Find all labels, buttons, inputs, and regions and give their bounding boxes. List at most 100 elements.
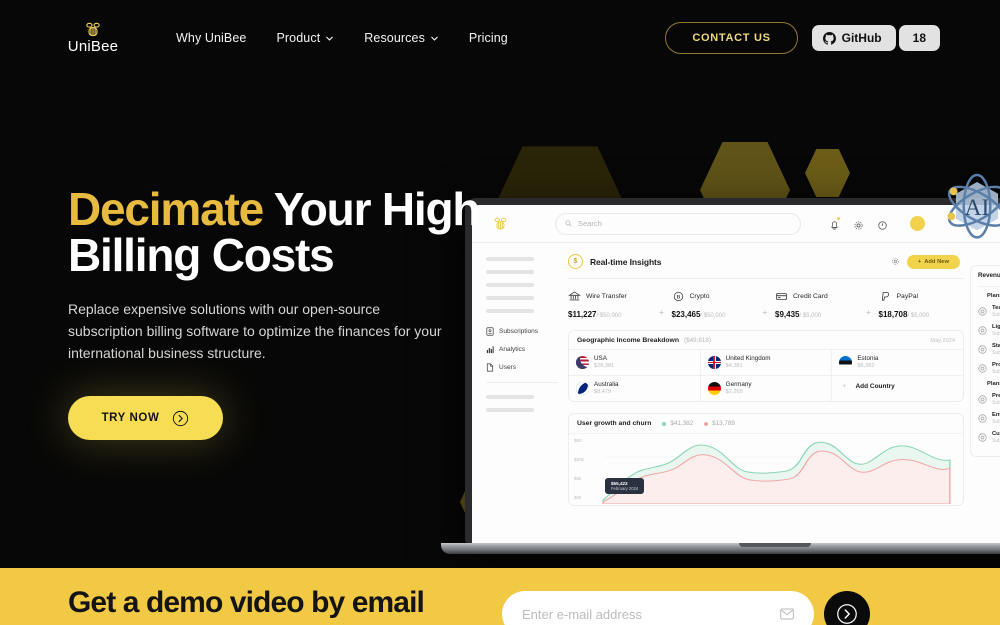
sidebar-placeholder (486, 257, 534, 261)
help-icon[interactable] (877, 218, 888, 230)
plan-meta: Subscriptions (992, 349, 1000, 356)
user-growth-header: User growth and churn $41,382 $13,789 (569, 414, 963, 433)
rail-group-monthly: Plans billed monthly (987, 293, 1000, 299)
country-row[interactable]: Germany $2,265 (700, 375, 832, 401)
dashboard-mockup: Search Subscriptions Analytics Users $ R… (441, 198, 1000, 554)
paypal-icon (881, 292, 889, 301)
bee-icon (494, 217, 507, 229)
gear-icon[interactable] (891, 257, 900, 266)
plan-row-pro[interactable]: Pro Subscriptions (978, 362, 1000, 375)
country-info: Australia $8,479 (594, 381, 619, 396)
plus-icon: + (917, 258, 922, 265)
plan-icon (978, 326, 987, 335)
dashboard-topbar-icons (829, 217, 888, 230)
atom-electron (949, 187, 958, 196)
plan-row-custom[interactable]: Custom Subscription (978, 431, 1000, 444)
payment-target: / $5,000 (799, 313, 822, 319)
sidebar-placeholder (486, 283, 534, 287)
email-placeholder: Enter e-mail address (522, 606, 642, 622)
sidebar-item-subscriptions[interactable]: Subscriptions (486, 327, 558, 336)
plan-row-enterprise[interactable]: Enterprise Subscriptions (978, 412, 1000, 425)
geographic-grid: USA $28,381 Australia $8,479 United King… (569, 349, 964, 402)
geographic-column: Estonia $6,382 + Add Country (832, 350, 964, 401)
dashboard-body: Subscriptions Analytics Users $ Real-tim… (472, 243, 1000, 543)
chevron-down-icon (431, 36, 438, 41)
payment-method-header: Credit Card (775, 291, 859, 302)
sidebar-placeholder (486, 296, 534, 300)
brand-logo[interactable]: UniBee (68, 22, 118, 54)
user-growth-card: User growth and churn $41,382 $13,789 $5… (568, 413, 964, 507)
payment-method-value: $18,708/ $5,000 (879, 310, 963, 319)
headline-accent: Decimate (68, 183, 264, 235)
payment-method-crypto: B Crypto $23,465/ $50,000 (672, 291, 756, 319)
brand-name: UniBee (67, 38, 119, 55)
github-label: GitHub (841, 31, 882, 45)
sidebar-item-analytics[interactable]: Analytics (486, 345, 558, 354)
add-new-button[interactable]: + Add New (906, 254, 960, 269)
nav-link-pricing[interactable]: Pricing (469, 31, 508, 45)
legend-dot (662, 421, 667, 426)
legend-label: $13,789 (712, 420, 735, 428)
payment-target: / $50,000 (700, 313, 726, 319)
plan-row-team[interactable]: Team Subscriptions (978, 305, 1000, 318)
country-value: $2,265 (725, 388, 743, 395)
plan-info: Light Subscriptions (992, 324, 1000, 337)
landing-page: UniBee Why UniBee Product Resources Pric… (0, 0, 1000, 625)
github-star-count[interactable]: 18 (898, 25, 940, 51)
country-row[interactable]: United Kingdom $4,381 (701, 350, 832, 375)
search-placeholder: Search (578, 219, 602, 228)
email-field[interactable]: Enter e-mail address (502, 591, 814, 625)
nav-link-why-unibee[interactable]: Why UniBee (176, 31, 246, 45)
plan-icon (978, 307, 987, 316)
payment-amount: $23,465 (671, 310, 701, 319)
payment-amount: $9,435 (775, 310, 800, 319)
plan-meta: Subscriptions (992, 399, 1000, 406)
submit-email-button[interactable] (824, 591, 870, 625)
flag-australia (576, 382, 589, 396)
legend-dot (704, 421, 709, 426)
add-country-button[interactable]: + Add Country (832, 375, 964, 397)
country-name: Germany (725, 381, 752, 389)
plan-info: Premium Subscriptions (992, 393, 1000, 406)
country-row[interactable]: Australia $8,479 (569, 375, 700, 401)
github-icon (822, 31, 836, 45)
revenue-breakdown-title: Revenue breakdown (978, 272, 1000, 279)
plan-row-premium[interactable]: Premium Subscriptions (978, 393, 1000, 406)
bell-icon[interactable] (829, 217, 840, 230)
sidebar-item-users[interactable]: Users (486, 363, 558, 372)
mail-icon (780, 608, 794, 620)
country-value: $8,479 (594, 388, 612, 395)
flag-uk (707, 356, 721, 370)
ai-atom-icon: AI (947, 173, 1000, 239)
card-icon (776, 293, 787, 301)
nav-link-product[interactable]: Product (276, 31, 334, 45)
demo-title: Get a demo video by email (68, 586, 425, 619)
country-row[interactable]: USA $28,381 (569, 350, 700, 375)
sidebar-divider (486, 382, 558, 383)
geographic-column: United Kingdom $4,381 Germany $2,265 (700, 350, 833, 402)
plan-icon (978, 395, 987, 404)
country-info: Germany $2,265 (726, 381, 752, 396)
plan-row-light[interactable]: Light Subscriptions (978, 324, 1000, 337)
try-now-button[interactable]: TRY NOW (68, 396, 223, 441)
github-button[interactable]: GitHub (811, 25, 896, 51)
atom-electron (947, 212, 956, 221)
geographic-date: May 2024 (930, 337, 955, 344)
nav-link-resources[interactable]: Resources (364, 31, 439, 45)
search-input[interactable]: Search (555, 212, 801, 235)
nav-link-label: Resources (364, 31, 425, 45)
sidebar-item-label: Analytics (499, 346, 526, 353)
legend-item-growth: $41,382 (662, 420, 693, 427)
contact-us-button[interactable]: CONTACT US (665, 22, 798, 54)
plan-name: Enterprise (992, 411, 1000, 418)
country-row[interactable]: Estonia $6,382 (832, 350, 963, 375)
plan-info: Standard Subscriptions (992, 343, 1000, 356)
sidebar-placeholder (486, 395, 534, 399)
plus-separator: + (659, 307, 664, 317)
sidebar-item-label: Subscriptions (499, 328, 539, 335)
avatar[interactable] (910, 216, 925, 231)
plan-row-standard[interactable]: Standard Subscriptions (978, 343, 1000, 356)
rail-group-annually: Plans billed annually (987, 380, 1000, 387)
gear-icon[interactable] (853, 218, 864, 230)
payment-amount: $11,227 (568, 310, 597, 319)
